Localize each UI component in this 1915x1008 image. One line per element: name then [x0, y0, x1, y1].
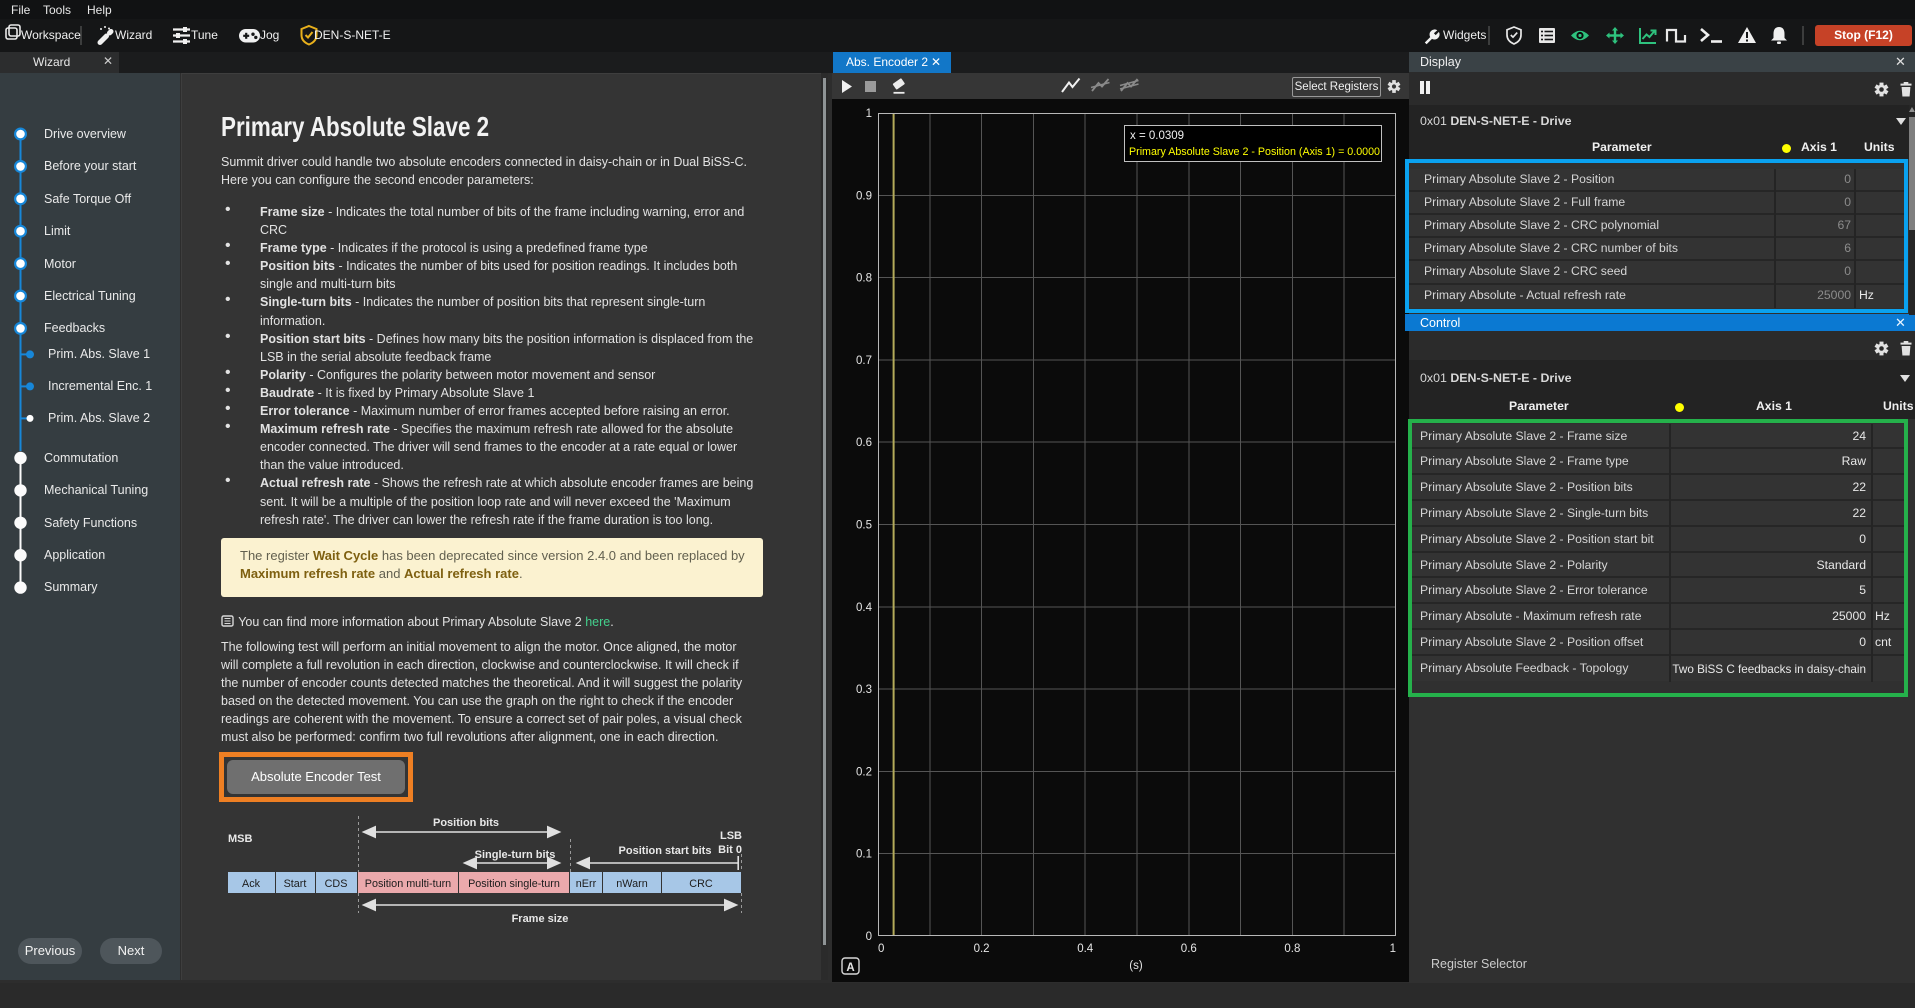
svg-text:Position start bits: Position start bits — [619, 845, 712, 857]
svg-text:Ack: Ack — [242, 878, 261, 890]
svg-text:CDS: CDS — [325, 878, 348, 890]
svg-text:0.2: 0.2 — [974, 943, 990, 955]
svg-text:Frame size: Frame size — [512, 913, 569, 925]
svg-text:Position bits: Position bits — [433, 817, 499, 829]
svg-text:1: 1 — [1390, 943, 1396, 955]
svg-text:0.6: 0.6 — [856, 437, 872, 449]
svg-text:0: 0 — [866, 931, 872, 943]
svg-text:A: A — [846, 962, 854, 974]
svg-text:0.5: 0.5 — [856, 520, 872, 532]
svg-text:0.8: 0.8 — [856, 273, 872, 285]
svg-text:Single-turn bits: Single-turn bits — [475, 849, 556, 861]
svg-text:0.7: 0.7 — [856, 355, 872, 367]
svg-text:Position single-turn: Position single-turn — [468, 878, 560, 890]
svg-text:0.9: 0.9 — [856, 190, 872, 202]
svg-text:0.3: 0.3 — [856, 684, 872, 696]
svg-text:(s): (s) — [1129, 960, 1143, 972]
svg-text:Position multi-turn: Position multi-turn — [365, 878, 451, 890]
svg-text:0.8: 0.8 — [1284, 943, 1300, 955]
svg-text:0.1: 0.1 — [856, 849, 872, 861]
svg-text:Start: Start — [284, 878, 307, 890]
svg-text:0.6: 0.6 — [1181, 943, 1197, 955]
svg-text:Bit 0: Bit 0 — [718, 844, 742, 856]
svg-text:1: 1 — [866, 108, 872, 120]
svg-text:0.4: 0.4 — [856, 602, 873, 614]
svg-text:LSB: LSB — [720, 830, 742, 842]
svg-text:0.2: 0.2 — [856, 766, 872, 778]
svg-text:CRC: CRC — [689, 878, 713, 890]
svg-text:nWarn: nWarn — [616, 878, 647, 890]
svg-text:nErr: nErr — [576, 878, 597, 890]
svg-text:0: 0 — [878, 943, 884, 955]
svg-text:0.4: 0.4 — [1077, 943, 1094, 955]
svg-text:MSB: MSB — [228, 833, 253, 845]
